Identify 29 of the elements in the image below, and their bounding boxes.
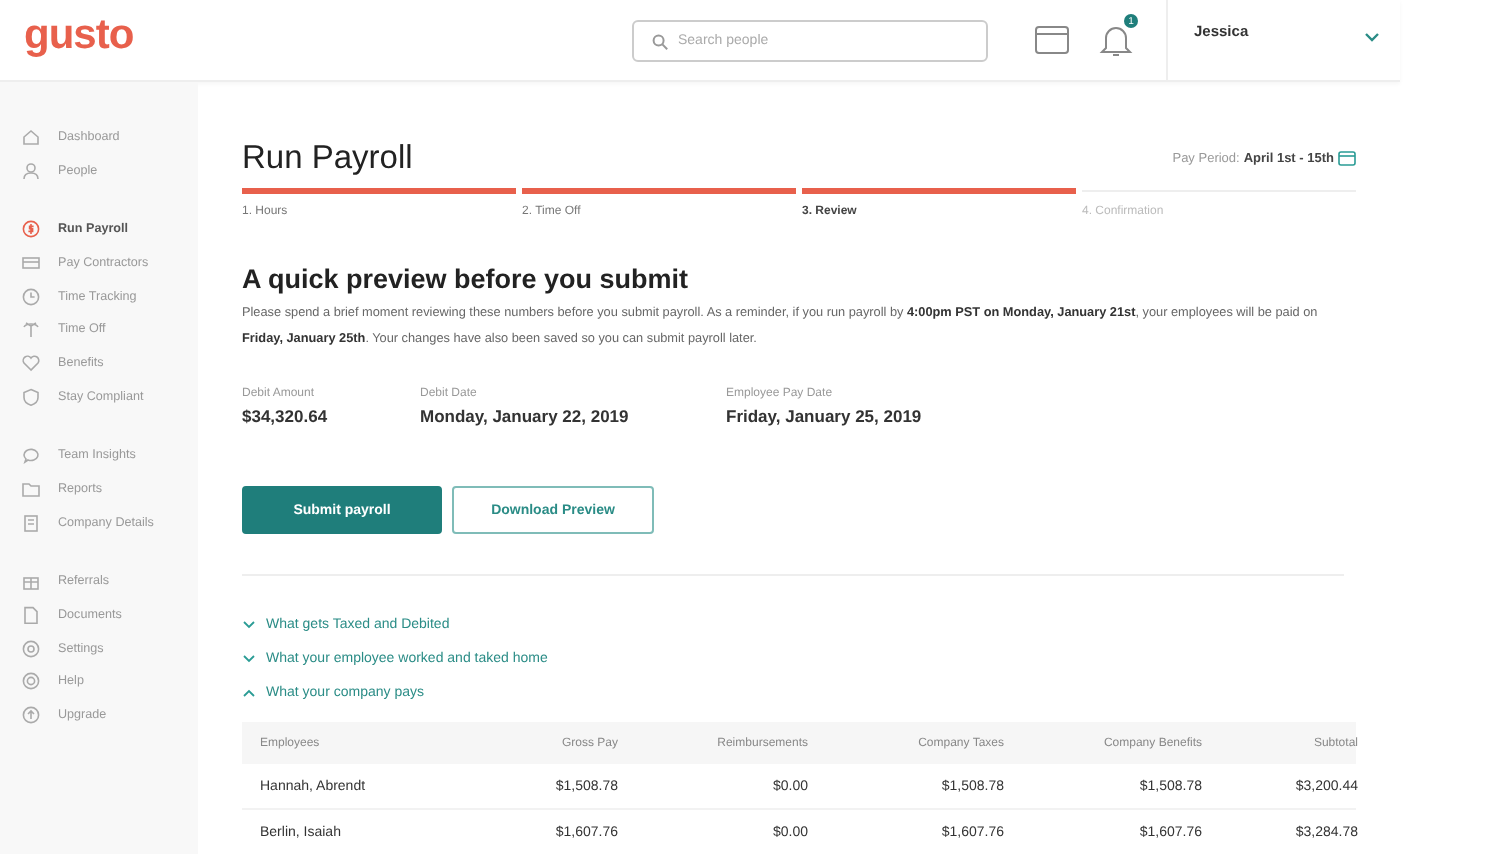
search-icon bbox=[652, 33, 668, 49]
shield-icon bbox=[22, 387, 40, 406]
person-icon bbox=[22, 161, 40, 180]
building-icon bbox=[22, 513, 40, 532]
summary-value: $34,320.64 bbox=[242, 406, 330, 426]
dollar-icon bbox=[22, 220, 40, 239]
chat-icon bbox=[22, 446, 40, 465]
chevron-down-icon bbox=[242, 619, 256, 629]
summary-value: Friday, January 25, 2019 bbox=[726, 406, 922, 426]
card-icon bbox=[22, 253, 40, 272]
document-icon bbox=[22, 606, 40, 625]
chevron-down-icon bbox=[242, 653, 256, 663]
bell-icon[interactable] bbox=[1098, 22, 1134, 58]
home-icon bbox=[22, 127, 40, 146]
gear-icon bbox=[22, 639, 40, 658]
chevron-down-icon bbox=[1364, 32, 1380, 42]
upgrade-icon bbox=[22, 706, 40, 725]
logo[interactable]: gusto bbox=[24, 12, 134, 68]
help-icon bbox=[22, 672, 40, 691]
summary-value: Monday, January 22, 2019 bbox=[420, 406, 631, 426]
section-heading: A quick preview before you submit bbox=[242, 264, 691, 294]
calendar-icon[interactable] bbox=[1034, 24, 1070, 56]
calendar-icon bbox=[1338, 150, 1356, 166]
chevron-up-icon bbox=[242, 687, 256, 697]
heart-icon bbox=[22, 353, 40, 372]
folder-icon bbox=[22, 480, 40, 499]
clock-icon bbox=[22, 287, 40, 306]
page-title: Run Payroll bbox=[242, 140, 413, 178]
palm-tree-icon bbox=[22, 320, 40, 339]
